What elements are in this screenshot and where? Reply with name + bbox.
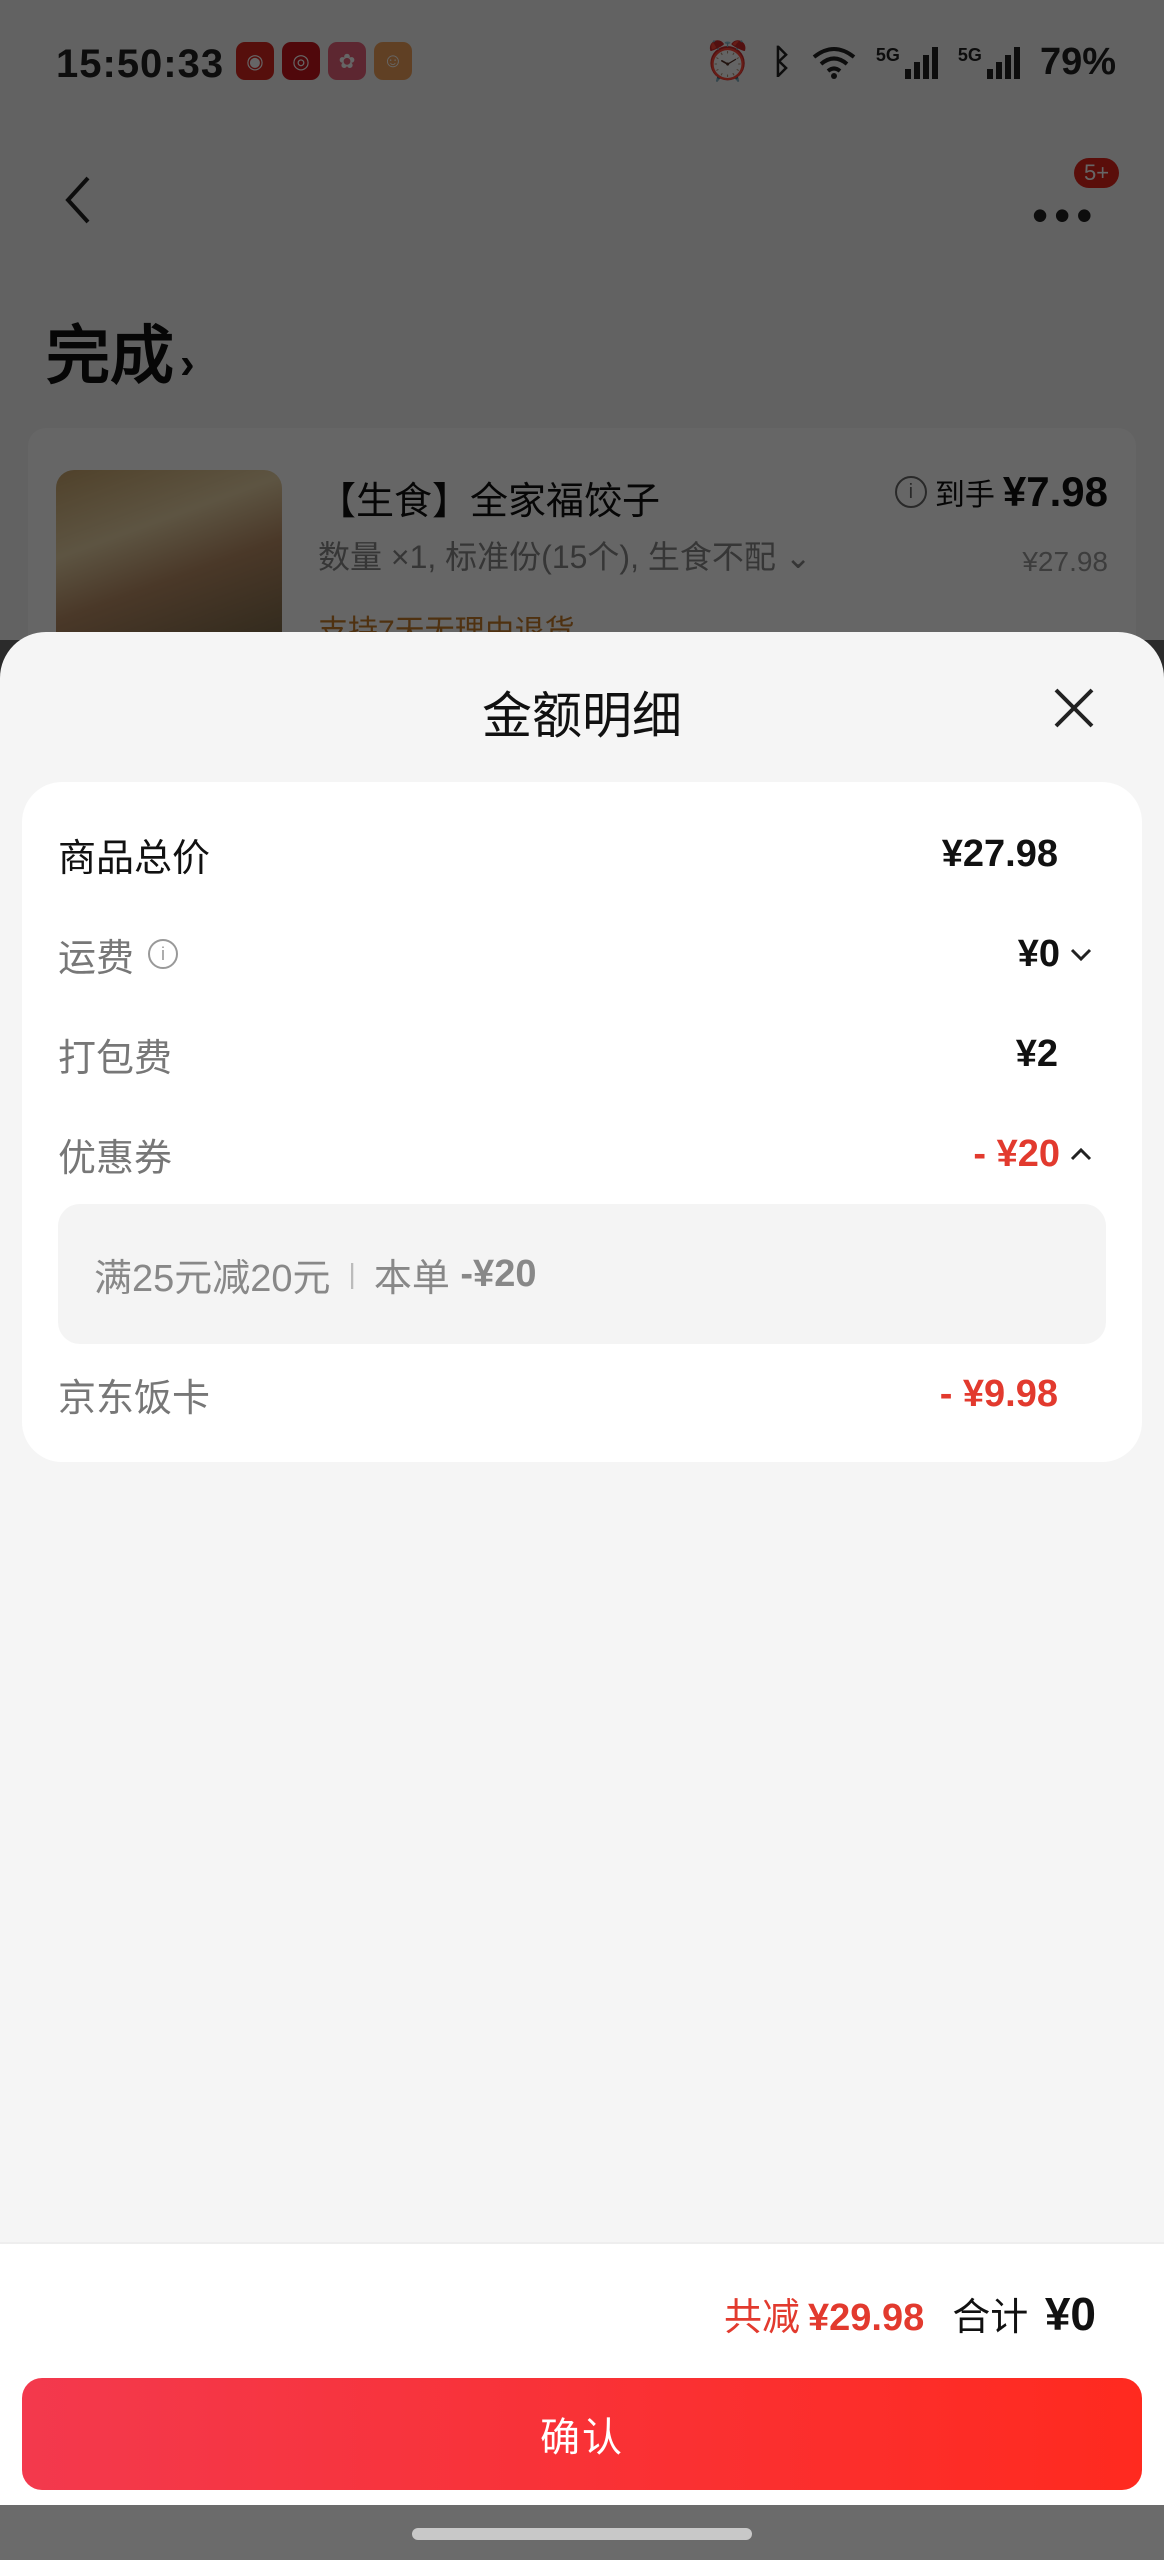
total-amount: 合计 ¥0 bbox=[952, 2288, 1096, 2340]
home-indicator[interactable] bbox=[412, 2528, 752, 2540]
more-menu-icon[interactable]: ••• bbox=[1032, 188, 1098, 242]
status-indicators: ⏰ ᛒ 5G 5G 79% bbox=[704, 40, 1116, 84]
close-icon[interactable] bbox=[1050, 684, 1098, 732]
product-card[interactable]: 【生食】全家福饺子 数量 ×1, 标准份(15个), 生食不配 ⌄ i 到手 ¥7… bbox=[28, 428, 1136, 648]
notification-icons: ◉ ◎ ✿ ☺ bbox=[236, 42, 412, 80]
battery-level: 79% bbox=[1039, 40, 1116, 83]
product-title: 【生食】全家福饺子 bbox=[318, 481, 661, 523]
confirm-button[interactable]: 确认 bbox=[22, 2378, 1142, 2490]
product-original-price: ¥27.98 bbox=[1022, 546, 1108, 577]
chevron-down-icon[interactable] bbox=[1068, 944, 1094, 964]
total-saved: 共减 ¥29.98 bbox=[723, 2297, 925, 2339]
row-goods-total: 商品总价 ¥27.98 bbox=[58, 832, 1058, 880]
signal-icon: 5G bbox=[958, 45, 1020, 79]
signal-icon: 5G bbox=[876, 45, 938, 79]
app-notification-icon: ◎ bbox=[282, 42, 320, 80]
chevron-right-icon: › bbox=[180, 339, 195, 388]
app-notification-icon: ◉ bbox=[236, 42, 274, 80]
row-jd-meal-card: 京东饭卡 - ¥9.98 bbox=[58, 1372, 1058, 1420]
wifi-icon bbox=[812, 47, 856, 79]
bluetooth-icon: ᛒ bbox=[771, 42, 792, 81]
chevron-up-icon[interactable] bbox=[1068, 1144, 1094, 1164]
app-notification-icon: ☺ bbox=[374, 42, 412, 80]
sheet-title: 金额明细 bbox=[482, 688, 682, 744]
product-image bbox=[56, 470, 282, 640]
order-status[interactable]: 完成 › bbox=[46, 305, 195, 397]
row-coupon[interactable]: 优惠券 - ¥20 bbox=[58, 1124, 1094, 1184]
notification-badge: 5+ bbox=[1074, 158, 1120, 188]
info-icon[interactable]: i bbox=[148, 939, 179, 969]
amount-detail-sheet: 金额明细 商品总价 ¥27.98 运费 i ¥0 打包费 ¥2 优惠券 - ¥20… bbox=[0, 632, 1164, 2560]
row-packing-fee: 打包费 ¥2 bbox=[58, 1032, 1058, 1080]
alarm-icon: ⏰ bbox=[704, 41, 752, 83]
product-final-price: i 到手 ¥7.98 bbox=[894, 468, 1108, 516]
back-arrow-icon[interactable] bbox=[58, 170, 98, 230]
total-summary: 共减 ¥29.98 合计 ¥0 bbox=[724, 2286, 1096, 2341]
product-spec: 数量 ×1, 标准份(15个), 生食不配 ⌄ bbox=[318, 539, 812, 575]
status-time: 15:50:33 bbox=[56, 42, 225, 86]
coupon-detail: 满25元减20元 | 本单 -¥20 bbox=[58, 1204, 1106, 1344]
status-bar: 15:50:33 ◉ ◎ ✿ ☺ ⏰ ᛒ 5G 5G 79% bbox=[0, 0, 1164, 130]
app-notification-icon: ✿ bbox=[328, 42, 366, 80]
amount-detail-card: 商品总价 ¥27.98 运费 i ¥0 打包费 ¥2 优惠券 - ¥20 满25元… bbox=[22, 782, 1142, 1462]
order-detail-page: 15:50:33 ◉ ◎ ✿ ☺ ⏰ ᛒ 5G 5G 79% ••• 5+ 完成… bbox=[0, 0, 1164, 648]
info-icon[interactable]: i bbox=[894, 476, 927, 508]
row-shipping-fee[interactable]: 运费 i ¥0 bbox=[58, 924, 1094, 984]
